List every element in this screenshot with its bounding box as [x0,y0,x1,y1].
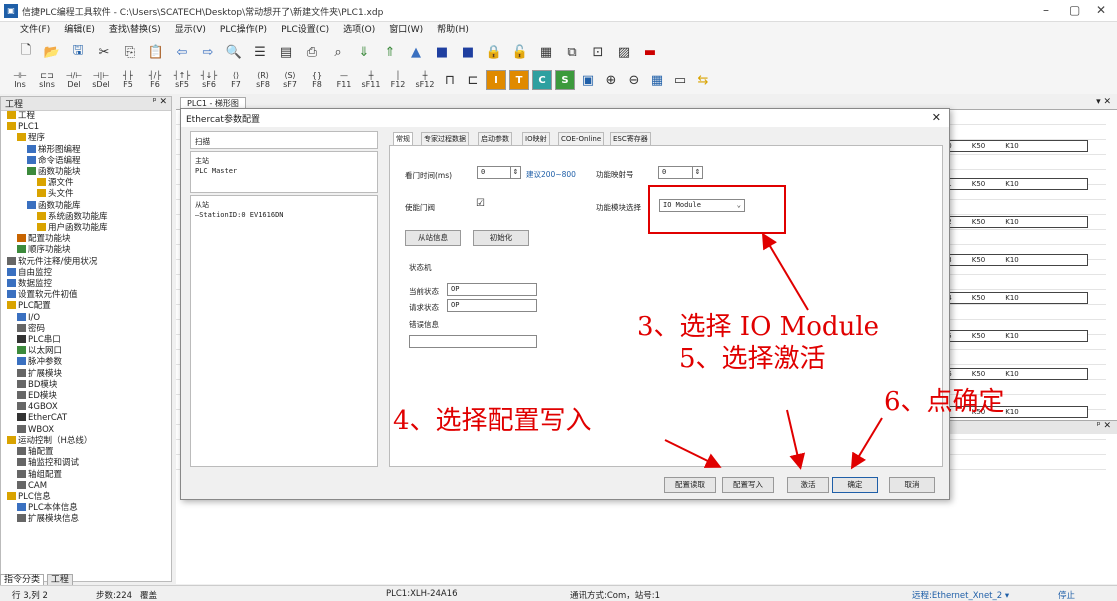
arrow-step5 [786,409,806,470]
step-count: 步数:224 [96,591,133,601]
arrow-step4 [664,439,722,468]
arrow-step3 [761,232,809,311]
comm-mode: 通讯方式:Com，站号:1 [570,591,661,601]
remote-connection[interactable]: 远程:Ethernet_Xnet_2 ▾ [912,589,1009,601]
cursor-position: 行 3,列 2 [12,591,48,601]
annotation-arrows [664,232,883,470]
arrow-step6 [850,417,883,470]
edit-mode: 覆盖 [140,591,158,601]
status-bar: 行 3,列 2 步数:224 覆盖 PLC1:XLH-24A16 通讯方式:Co… [0,585,1117,601]
plc-model: PLC1:XLH-24A16 [386,589,458,599]
run-state: 停止 [1058,591,1076,601]
